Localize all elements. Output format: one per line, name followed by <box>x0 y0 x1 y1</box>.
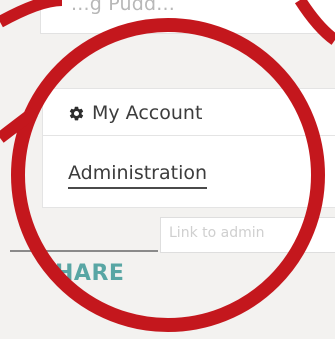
tooltip-text: Link to admin <box>169 225 265 241</box>
gear-icon <box>68 105 85 122</box>
administration-label: Administration <box>68 162 208 184</box>
section-heading: HARE <box>55 261 125 286</box>
menu-item-partial[interactable]: ...g Pudd... <box>40 0 335 34</box>
account-menu: My Account Administration <box>42 88 335 208</box>
menu-divider <box>43 135 335 136</box>
link-tooltip: Link to admin <box>160 217 335 253</box>
tooltip-pointer-line <box>10 250 158 252</box>
my-account-link[interactable]: My Account <box>68 102 202 124</box>
menu-item-partial-label: ...g Pudd... <box>71 0 176 15</box>
zoomed-screenshot: ...g Pudd... My Account Administration L… <box>0 0 335 339</box>
my-account-label: My Account <box>92 102 203 124</box>
annotation-stroke-left <box>0 107 38 143</box>
administration-link[interactable]: Administration <box>68 162 208 189</box>
